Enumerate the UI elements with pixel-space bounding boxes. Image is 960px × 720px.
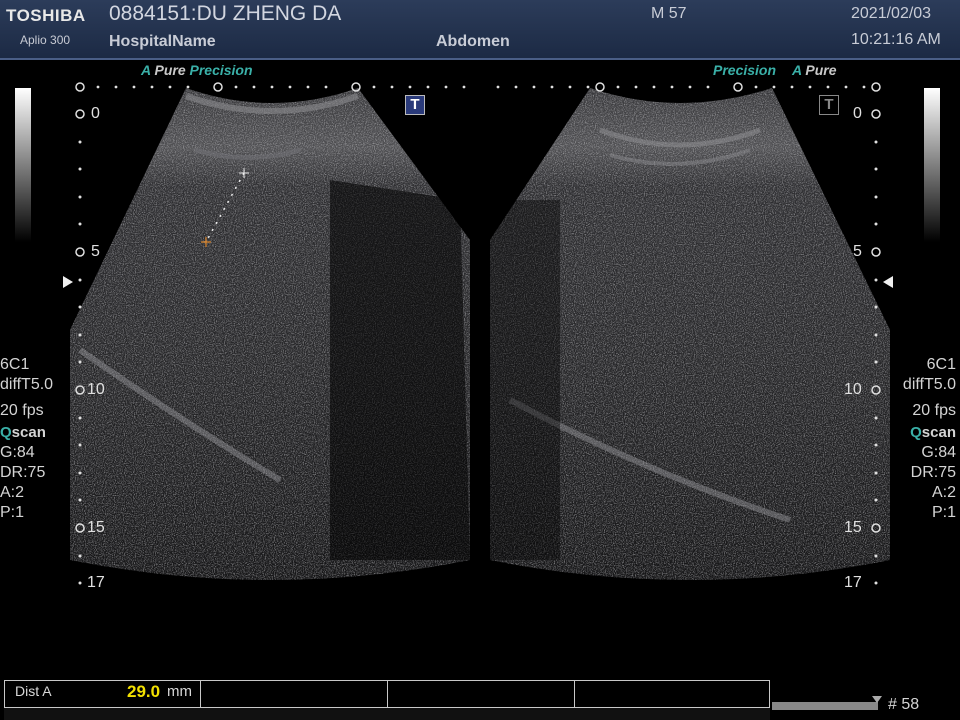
cine-scroll-bar[interactable]: [772, 702, 878, 710]
measurement-results-table: Dist A 29.0 mm: [4, 680, 770, 708]
left-mode-label: A Pure Precision: [141, 62, 253, 78]
left-grayscale-bar: [15, 88, 31, 242]
right-image-mode: diffT5.0: [902, 376, 956, 393]
cine-position-marker[interactable]: [872, 696, 882, 703]
right-depth-5: 5: [853, 243, 862, 260]
right-depth-0: 0: [853, 105, 862, 122]
right-qscan: Qscan: [910, 424, 956, 441]
left-depth-5: 5: [91, 243, 100, 260]
right-gain: G:84: [921, 444, 956, 461]
measurement-unit: mm: [167, 683, 192, 700]
left-image-mode: diffT5.0: [0, 376, 54, 393]
measurement-cell-dist-a[interactable]: Dist A 29.0 mm: [5, 681, 201, 707]
left-dynamic-range: DR:75: [0, 464, 46, 481]
right-depth-10: 10: [844, 381, 862, 398]
measurement-cell-empty: [201, 681, 388, 707]
left-frame-rate: 20 fps: [0, 402, 44, 419]
left-depth-17: 17: [87, 574, 105, 591]
right-depth-15: 15: [844, 519, 862, 536]
right-ultrasound-image: [490, 88, 890, 580]
right-probe: 6C1: [926, 356, 956, 373]
bottom-strip: [4, 708, 770, 720]
left-probe: 6C1: [0, 356, 30, 373]
left-focus-pointer[interactable]: [63, 276, 73, 288]
right-grayscale-bar: [924, 88, 940, 242]
top-scale-markers: [75, 82, 881, 92]
right-image-params: 6C1 diffT5.0 20 fps Qscan G:84 DR:75 A:2…: [903, 355, 956, 523]
ultrasound-dual-view: [70, 82, 890, 585]
measurement-label: Dist A: [15, 683, 52, 699]
top-scale-dots: [96, 85, 866, 89]
cine-frame-number: # 58: [888, 696, 920, 713]
left-image-params: 6C1 diffT5.0 20 fps Qscan G:84 DR:75 A:2…: [0, 355, 53, 523]
measurement-value: 29.0: [127, 682, 161, 701]
right-p-param: P:1: [931, 504, 956, 521]
right-frame-rate: 20 fps: [912, 402, 956, 419]
left-a-param: A:2: [0, 484, 25, 501]
left-ultrasound-image: [70, 88, 470, 580]
left-depth-10: 10: [87, 381, 105, 398]
right-a-param: A:2: [931, 484, 956, 501]
left-t-button[interactable]: T: [405, 95, 425, 115]
left-gain: G:84: [0, 444, 35, 461]
right-t-button[interactable]: T: [819, 95, 839, 115]
left-qscan: Qscan: [0, 424, 46, 441]
right-dynamic-range: DR:75: [910, 464, 956, 481]
right-depth-17: 17: [844, 574, 862, 591]
left-depth-15: 15: [87, 519, 105, 536]
left-p-param: P:1: [0, 504, 25, 521]
measurement-cell-empty: [575, 681, 769, 707]
right-mode-label: Precision A Pure: [713, 62, 837, 78]
measurement-cell-empty: [388, 681, 575, 707]
left-depth-0: 0: [91, 105, 100, 122]
right-focus-pointer[interactable]: [883, 276, 893, 288]
